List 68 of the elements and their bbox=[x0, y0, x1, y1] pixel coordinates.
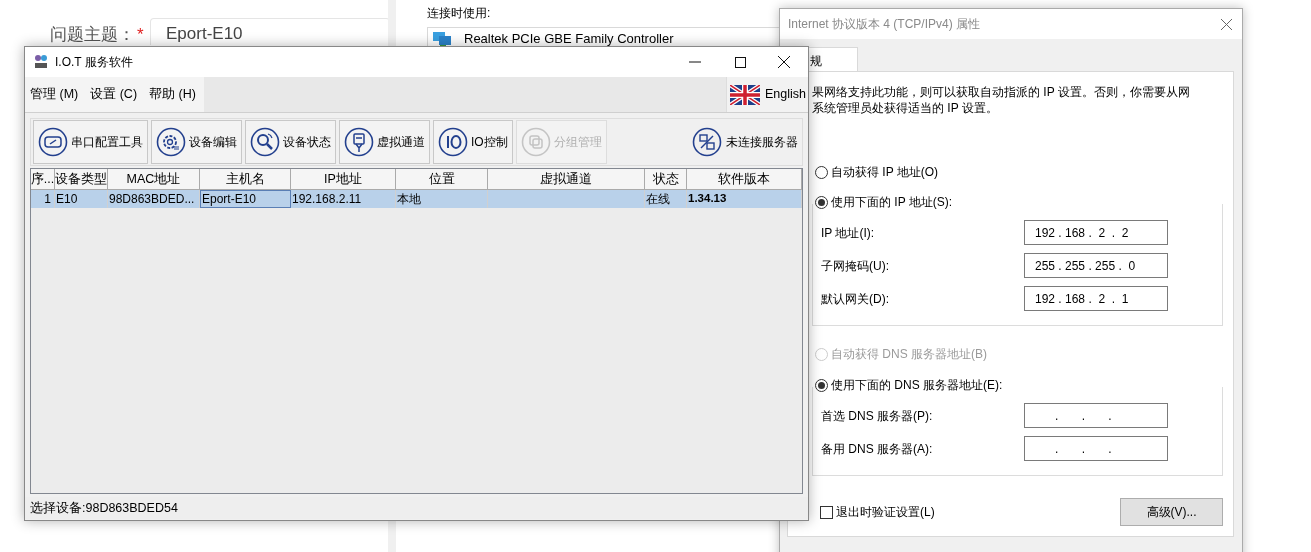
field-label: 首选 DNS 服务器(P): bbox=[821, 407, 934, 425]
connect-using-label: 连接时使用: bbox=[427, 5, 492, 22]
table-cell: E10 bbox=[55, 190, 108, 208]
radio-label: 使用下面的 IP 地址(S): bbox=[831, 194, 953, 211]
column-header[interactable]: 序... bbox=[31, 169, 55, 189]
serial-port-icon bbox=[38, 127, 68, 157]
radio-button[interactable] bbox=[815, 195, 828, 209]
table-cell: Eport-E10 bbox=[200, 190, 291, 208]
table-cell: 本地 bbox=[396, 190, 488, 208]
field-label: 默认网关(D): bbox=[821, 290, 890, 308]
column-header[interactable]: 主机名 bbox=[200, 169, 291, 189]
app-logo-icon bbox=[33, 54, 49, 70]
status-text: 选择设备:98D863BDED54 bbox=[30, 499, 178, 517]
menu-item[interactable]: 帮助 (H) bbox=[149, 85, 196, 104]
ip-address-field[interactable]: 192 . 168 . 2 . 1 bbox=[1024, 286, 1168, 311]
io-icon bbox=[438, 127, 468, 157]
radio-label: 使用下面的 DNS 服务器地址(E): bbox=[831, 377, 1003, 394]
dialog-title: Internet 协议版本 4 (TCP/IPv4) 属性 bbox=[788, 16, 981, 33]
close-icon[interactable] bbox=[778, 56, 790, 68]
ip-address-field[interactable]: . . . bbox=[1024, 436, 1168, 461]
toolbar-button[interactable]: 虚拟通道 bbox=[339, 120, 430, 164]
field-label: 备用 DNS 服务器(A): bbox=[821, 440, 934, 458]
table-cell: 1.34.13 bbox=[687, 190, 802, 208]
toolbar-button[interactable]: 设备状态 bbox=[245, 120, 336, 164]
menu-item[interactable]: 管理 (M) bbox=[30, 85, 79, 104]
table-cell: 1 bbox=[31, 190, 55, 208]
form-label: 问题主题： bbox=[50, 25, 135, 45]
ip-address-field[interactable]: 255 . 255 . 255 . 0 bbox=[1024, 253, 1168, 278]
table-cell: 192.168.2.11 bbox=[291, 190, 396, 208]
table-cell: 在线 bbox=[645, 190, 687, 208]
checkbox-label: 退出时验证设置(L) bbox=[836, 504, 935, 521]
adapter-name: Realtek PCIe GBE Family Controller bbox=[464, 31, 674, 46]
column-header[interactable]: IP地址 bbox=[291, 169, 396, 189]
checkbox[interactable] bbox=[820, 505, 833, 519]
column-header[interactable]: 状态 bbox=[645, 169, 687, 189]
maximize-icon[interactable] bbox=[735, 56, 746, 68]
general-tab[interactable]: 规 bbox=[808, 47, 858, 71]
radio-button[interactable] bbox=[815, 378, 828, 392]
toolbar-button[interactable]: 串口配置工具 bbox=[33, 120, 148, 164]
required-mark: * bbox=[137, 25, 144, 45]
column-header[interactable]: 设备类型 bbox=[55, 169, 108, 189]
advanced-button[interactable]: 高级(V)... bbox=[1120, 498, 1223, 526]
radio-label: 自动获得 IP 地址(O) bbox=[831, 164, 939, 181]
search-icon bbox=[250, 127, 280, 157]
column-header[interactable]: 软件版本 bbox=[687, 169, 802, 189]
gear-icon bbox=[156, 127, 186, 157]
window-title: I.O.T 服务软件 bbox=[55, 54, 133, 71]
menu-item[interactable]: 设置 (C) bbox=[90, 85, 138, 104]
table-cell: 98D863BDED... bbox=[108, 190, 200, 208]
ip-address-field[interactable]: . . . bbox=[1024, 403, 1168, 428]
column-header[interactable]: 虚拟通道 bbox=[488, 169, 645, 189]
description-text: 果网络支持此功能，则可以获取自动指派的 IP 设置。否则，你需要从网 系统管理员处获得适当的 IP 设置。 bbox=[812, 84, 1191, 116]
disconnected-server-icon bbox=[692, 127, 722, 157]
radio-button[interactable] bbox=[815, 165, 828, 179]
union-flag-icon bbox=[730, 84, 760, 105]
ip-address-field[interactable]: 192 . 168 . 2 . 2 bbox=[1024, 220, 1168, 245]
column-header[interactable]: MAC地址 bbox=[108, 169, 200, 189]
field-label: 子网掩码(U): bbox=[821, 257, 890, 275]
toolbar-button[interactable]: IO控制 bbox=[433, 120, 513, 164]
plug-icon bbox=[344, 127, 374, 157]
toolbar-button[interactable]: 设备编辑 bbox=[151, 120, 242, 164]
field-label: IP 地址(I): bbox=[821, 224, 876, 242]
radio-label: 自动获得 DNS 服务器地址(B) bbox=[831, 346, 987, 363]
language-button[interactable]: English bbox=[726, 77, 808, 112]
server-status-button[interactable]: 未连接服务器 bbox=[690, 120, 800, 164]
table-row[interactable]: 1 E10 98D863BDED... Eport-E10 192.168.2.11 本地 在线 1.34.13 bbox=[31, 190, 802, 208]
stacked-squares-icon bbox=[520, 127, 551, 157]
column-header[interactable]: 位置 bbox=[396, 169, 488, 189]
